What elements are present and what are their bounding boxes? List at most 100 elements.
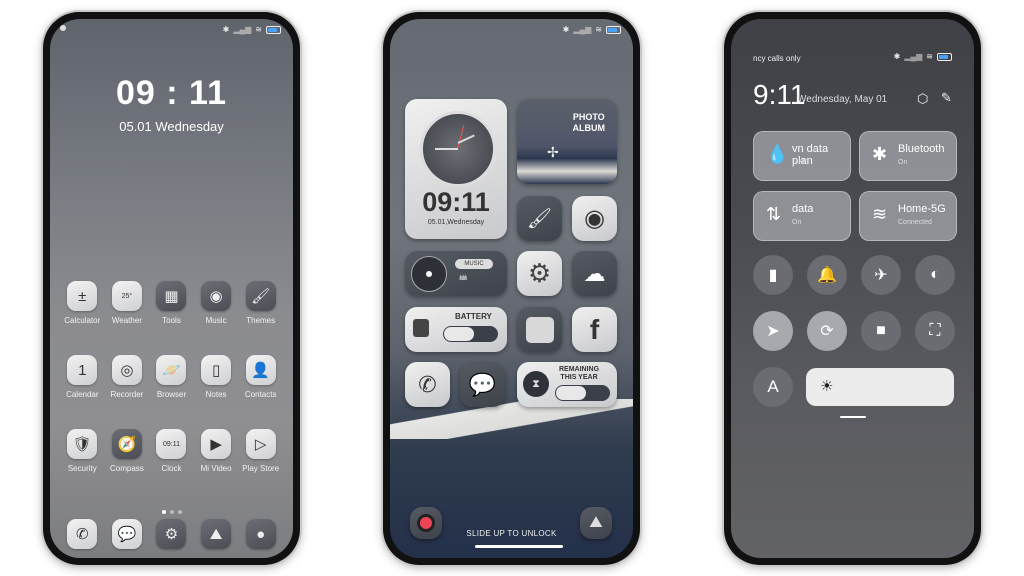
app-contacts[interactable]: 👤 Contacts <box>238 355 283 399</box>
clock-date: 05.01,Wednesday <box>427 219 485 226</box>
app-label: Browser <box>156 390 187 399</box>
app-calculator[interactable]: ± Calculator <box>60 281 105 325</box>
tile-bluetooth[interactable]: ✱ Bluetooth On <box>859 131 957 181</box>
brightness-icon: ☀ <box>820 378 834 395</box>
app-label: Contacts <box>244 390 277 399</box>
weather-icon: 25° <box>111 281 142 311</box>
clock-widget[interactable]: 09:11 05.01,Wednesday <box>405 99 507 239</box>
app-themes[interactable]: 🖌 Themes <box>238 281 283 325</box>
app-label: Compass <box>109 464 144 473</box>
browser-icon: 🪐 <box>156 355 187 385</box>
wifi-icon: ≋ <box>255 25 262 34</box>
page-indicator[interactable] <box>50 501 293 519</box>
vinyl-icon <box>411 256 447 292</box>
app-calendar[interactable]: 1 Calendar <box>60 355 105 399</box>
battery-toggle[interactable] <box>443 326 498 342</box>
remaining-label: THIS YEAR <box>560 374 598 381</box>
scan-toggle[interactable]: ⛶ <box>915 311 955 351</box>
clock-widget[interactable]: 09 : 11 <box>50 74 293 113</box>
settings-icon[interactable]: ⚙ <box>517 251 562 296</box>
control-center: ncy calls only ✱ ▂▄▆ ≋ 9:11 Wednesday, M… <box>731 19 974 558</box>
photo-album-label: PHOTO <box>572 112 605 122</box>
app-browser[interactable]: 🪐 Browser <box>149 355 194 399</box>
tile-subtitle: Connected <box>898 219 932 226</box>
rotation-lock-toggle[interactable]: ⟳ <box>807 311 847 351</box>
tile-title: data <box>792 203 814 215</box>
app-recorder[interactable]: ◎ Recorder <box>105 355 150 399</box>
waveform-icon: ılıılıılı <box>459 275 467 282</box>
app-tools[interactable]: ▦ Tools <box>149 281 194 325</box>
drop-icon: 💧 <box>766 144 789 164</box>
battery-label: BATTERY <box>455 312 492 321</box>
slide-to-unlock-label: SLIDE UP TO UNLOCK <box>466 529 557 538</box>
gallery-icon[interactable]: ⛰ <box>201 519 232 549</box>
camera-icon[interactable]: ● <box>245 519 276 549</box>
mi-video-icon: ▶ <box>201 429 232 459</box>
app-security[interactable]: 🛡 Security <box>60 429 105 473</box>
video-icon: ■ <box>876 322 886 339</box>
reading-mode-icon: ◐ <box>930 266 940 283</box>
music-icon: ◉ <box>201 281 232 311</box>
windmill-icon: ✢ <box>547 144 559 160</box>
remaining-year-widget[interactable]: ⧗ REMAINING THIS YEAR <box>517 362 617 407</box>
app-play-store[interactable]: ▷ Play Store <box>238 429 283 473</box>
music-label: MUSIC <box>455 259 493 269</box>
bell-icon: 🔔 <box>817 267 837 284</box>
brightness-slider[interactable]: ☀ <box>806 368 954 406</box>
themes-icon[interactable]: 🖌 <box>517 196 562 241</box>
lock-screen: ✱ ▂▄▆ ≋ 09:11 05.01,Wednesday PHOTO ALBU… <box>390 19 633 558</box>
bluetooth-icon: ✱ <box>562 25 570 34</box>
tile-drop[interactable]: 💧 vn data plan -- MB <box>753 131 851 181</box>
airplane-toggle[interactable]: ✈ <box>861 255 901 295</box>
app-label: Calculator <box>64 316 101 325</box>
tile-mobile-data[interactable]: ⇅ data On <box>753 191 851 241</box>
home-screen: ✱ ▂▄▆ ≋ 09 : 11 05.01 Wednesday ± Calcula… <box>50 19 293 558</box>
music-widget[interactable]: MUSIC ılıılıılı <box>405 251 507 296</box>
bell-toggle[interactable]: 🔔 <box>807 255 847 295</box>
battery-icon <box>266 25 281 34</box>
settings-icon[interactable]: ⚙ <box>156 519 187 549</box>
drag-handle[interactable] <box>840 416 866 418</box>
battery-widget[interactable]: BATTERY <box>405 307 507 352</box>
video-toggle[interactable]: ■ <box>861 311 901 351</box>
themes-icon: 🖌 <box>245 281 276 311</box>
reading-mode-toggle[interactable]: ◐ <box>915 255 955 295</box>
chrome-icon[interactable]: ◉ <box>572 196 617 241</box>
date-label: Wednesday, May 01 <box>797 94 888 105</box>
notes-icon: ▯ <box>201 355 232 385</box>
flashlight-icon: ▮ <box>768 267 778 284</box>
tile-subtitle: On <box>898 159 908 166</box>
app-mi-video[interactable]: ▶ Mi Video <box>194 429 239 473</box>
wifi-icon: ≋ <box>926 52 933 61</box>
settings-icon[interactable]: ⬡ <box>917 91 928 107</box>
clock-time: 09:11 <box>422 187 490 217</box>
phone-icon[interactable]: ✆ <box>67 519 98 549</box>
auto-brightness-button[interactable]: A <box>753 367 793 407</box>
calendar-icon[interactable] <box>517 307 562 352</box>
location-toggle[interactable]: ➤ <box>753 311 793 351</box>
weather-icon[interactable]: ☁ <box>572 251 617 296</box>
app-label: Music <box>205 316 227 325</box>
app-clock[interactable]: 09:11 Clock <box>149 429 194 473</box>
messages-icon[interactable]: 💬 <box>111 519 142 549</box>
app-compass[interactable]: 🧭 Compass <box>105 429 150 473</box>
edit-icon[interactable]: ✎ <box>941 90 952 106</box>
calculator-icon: ± <box>67 281 98 311</box>
tile-wifi[interactable]: ≋ Home-5G Connected <box>859 191 957 241</box>
app-label: Tools <box>162 316 181 325</box>
facebook-icon[interactable]: f <box>572 307 617 352</box>
messages-icon[interactable]: 💬 <box>460 362 505 407</box>
carrier-label: ncy calls only <box>753 54 801 63</box>
remaining-progress <box>555 385 610 401</box>
app-music[interactable]: ◉ Music <box>194 281 239 325</box>
flashlight-toggle[interactable]: ▮ <box>753 255 793 295</box>
status-bar: ✱ ▂▄▆ ≋ <box>563 25 621 34</box>
tile-subtitle: -- MB <box>792 159 810 166</box>
phone-icon[interactable]: ✆ <box>405 362 450 407</box>
notification-icon <box>60 25 66 31</box>
app-notes[interactable]: ▯ Notes <box>194 355 239 399</box>
remaining-label: REMAINING <box>559 366 600 373</box>
app-weather[interactable]: 25° Weather <box>105 281 150 325</box>
home-indicator[interactable] <box>475 545 563 548</box>
photo-album-widget[interactable]: PHOTO ALBUM ✢ <box>517 99 617 184</box>
